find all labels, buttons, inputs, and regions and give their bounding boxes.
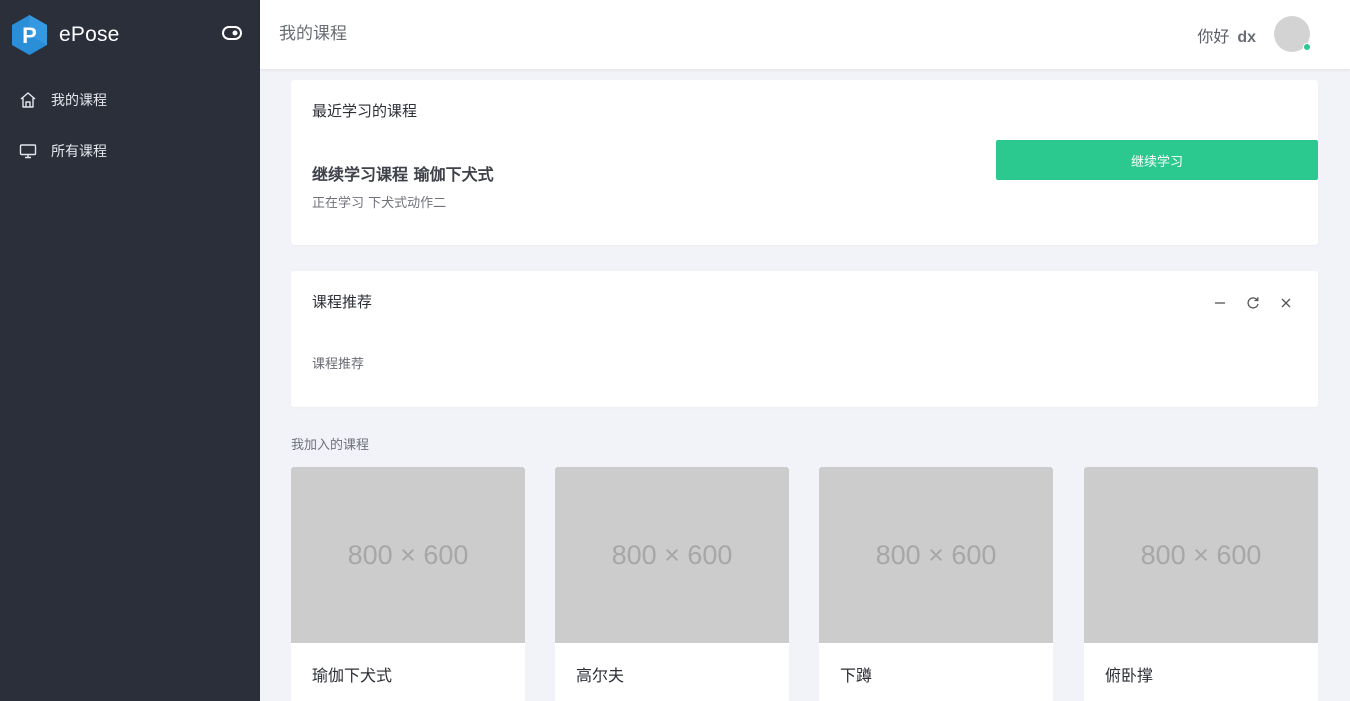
sidebar-item-all-courses[interactable]: 所有课程 [0, 125, 260, 176]
recommend-card: 课程推荐 课程推荐 [291, 271, 1318, 407]
course-name: 下蹲 [840, 666, 873, 685]
course-thumbnail: 800 × 600 [1084, 467, 1318, 643]
course-name: 高尔夫 [576, 666, 625, 685]
recommend-body: 课程推荐 [312, 357, 365, 372]
sidebar-item-label: 我的课程 [51, 92, 107, 109]
course-thumbnail: 800 × 600 [819, 467, 1053, 643]
home-icon [18, 90, 38, 110]
course-card[interactable]: 800 × 600 瑜伽下犬式 [291, 467, 525, 701]
username: dx [1237, 29, 1256, 46]
sidebar-toggle-icon[interactable] [222, 26, 242, 40]
sidebar: P ePose 我的课程 所有课程 [0, 0, 260, 701]
sidebar-item-label: 所有课程 [51, 143, 107, 160]
sidebar-item-my-courses[interactable]: 我的课程 [0, 74, 260, 125]
card-tools [1195, 295, 1294, 311]
course-card[interactable]: 800 × 600 高尔夫 [555, 467, 789, 701]
topbar: 我的课程 你好 dx [260, 0, 1350, 69]
app-name: ePose [59, 23, 120, 46]
brand: P ePose [0, 0, 260, 70]
recent-course-card: 最近学习的课程 继续学习课程 瑜伽下犬式 正在学习 下犬式动作二 继续学习 [291, 80, 1318, 245]
continue-course-progress: 正在学习 下犬式动作二 [312, 196, 447, 211]
minimize-icon[interactable] [1212, 295, 1228, 311]
refresh-icon[interactable] [1245, 295, 1261, 311]
course-name: 俯卧撑 [1105, 666, 1154, 685]
course-name: 瑜伽下犬式 [312, 666, 393, 685]
close-icon[interactable] [1278, 295, 1294, 311]
monitor-icon [18, 141, 38, 161]
page-title: 我的课程 [279, 24, 347, 44]
avatar[interactable] [1274, 16, 1311, 52]
course-card[interactable]: 800 × 600 下蹲 [819, 467, 1053, 701]
card-title: 课程推荐 [312, 293, 373, 311]
greeting: 你好 dx [1197, 23, 1256, 47]
online-status-dot [1303, 43, 1311, 51]
card-title: 最近学习的课程 [312, 102, 418, 120]
course-thumbnail: 800 × 600 [555, 467, 789, 643]
section-label: 我加入的课程 [291, 438, 370, 453]
continue-learning-button[interactable]: 继续学习 [996, 140, 1318, 180]
continue-course-title: 继续学习课程 瑜伽下犬式 [312, 165, 494, 184]
greeting-text: 你好 [1197, 27, 1230, 46]
course-card[interactable]: 800 × 600 俯卧撑 [1084, 467, 1318, 701]
svg-text:P: P [22, 23, 37, 48]
logo-icon: P [12, 15, 47, 55]
course-thumbnail: 800 × 600 [291, 467, 525, 643]
sidebar-nav: 我的课程 所有课程 [0, 74, 260, 176]
